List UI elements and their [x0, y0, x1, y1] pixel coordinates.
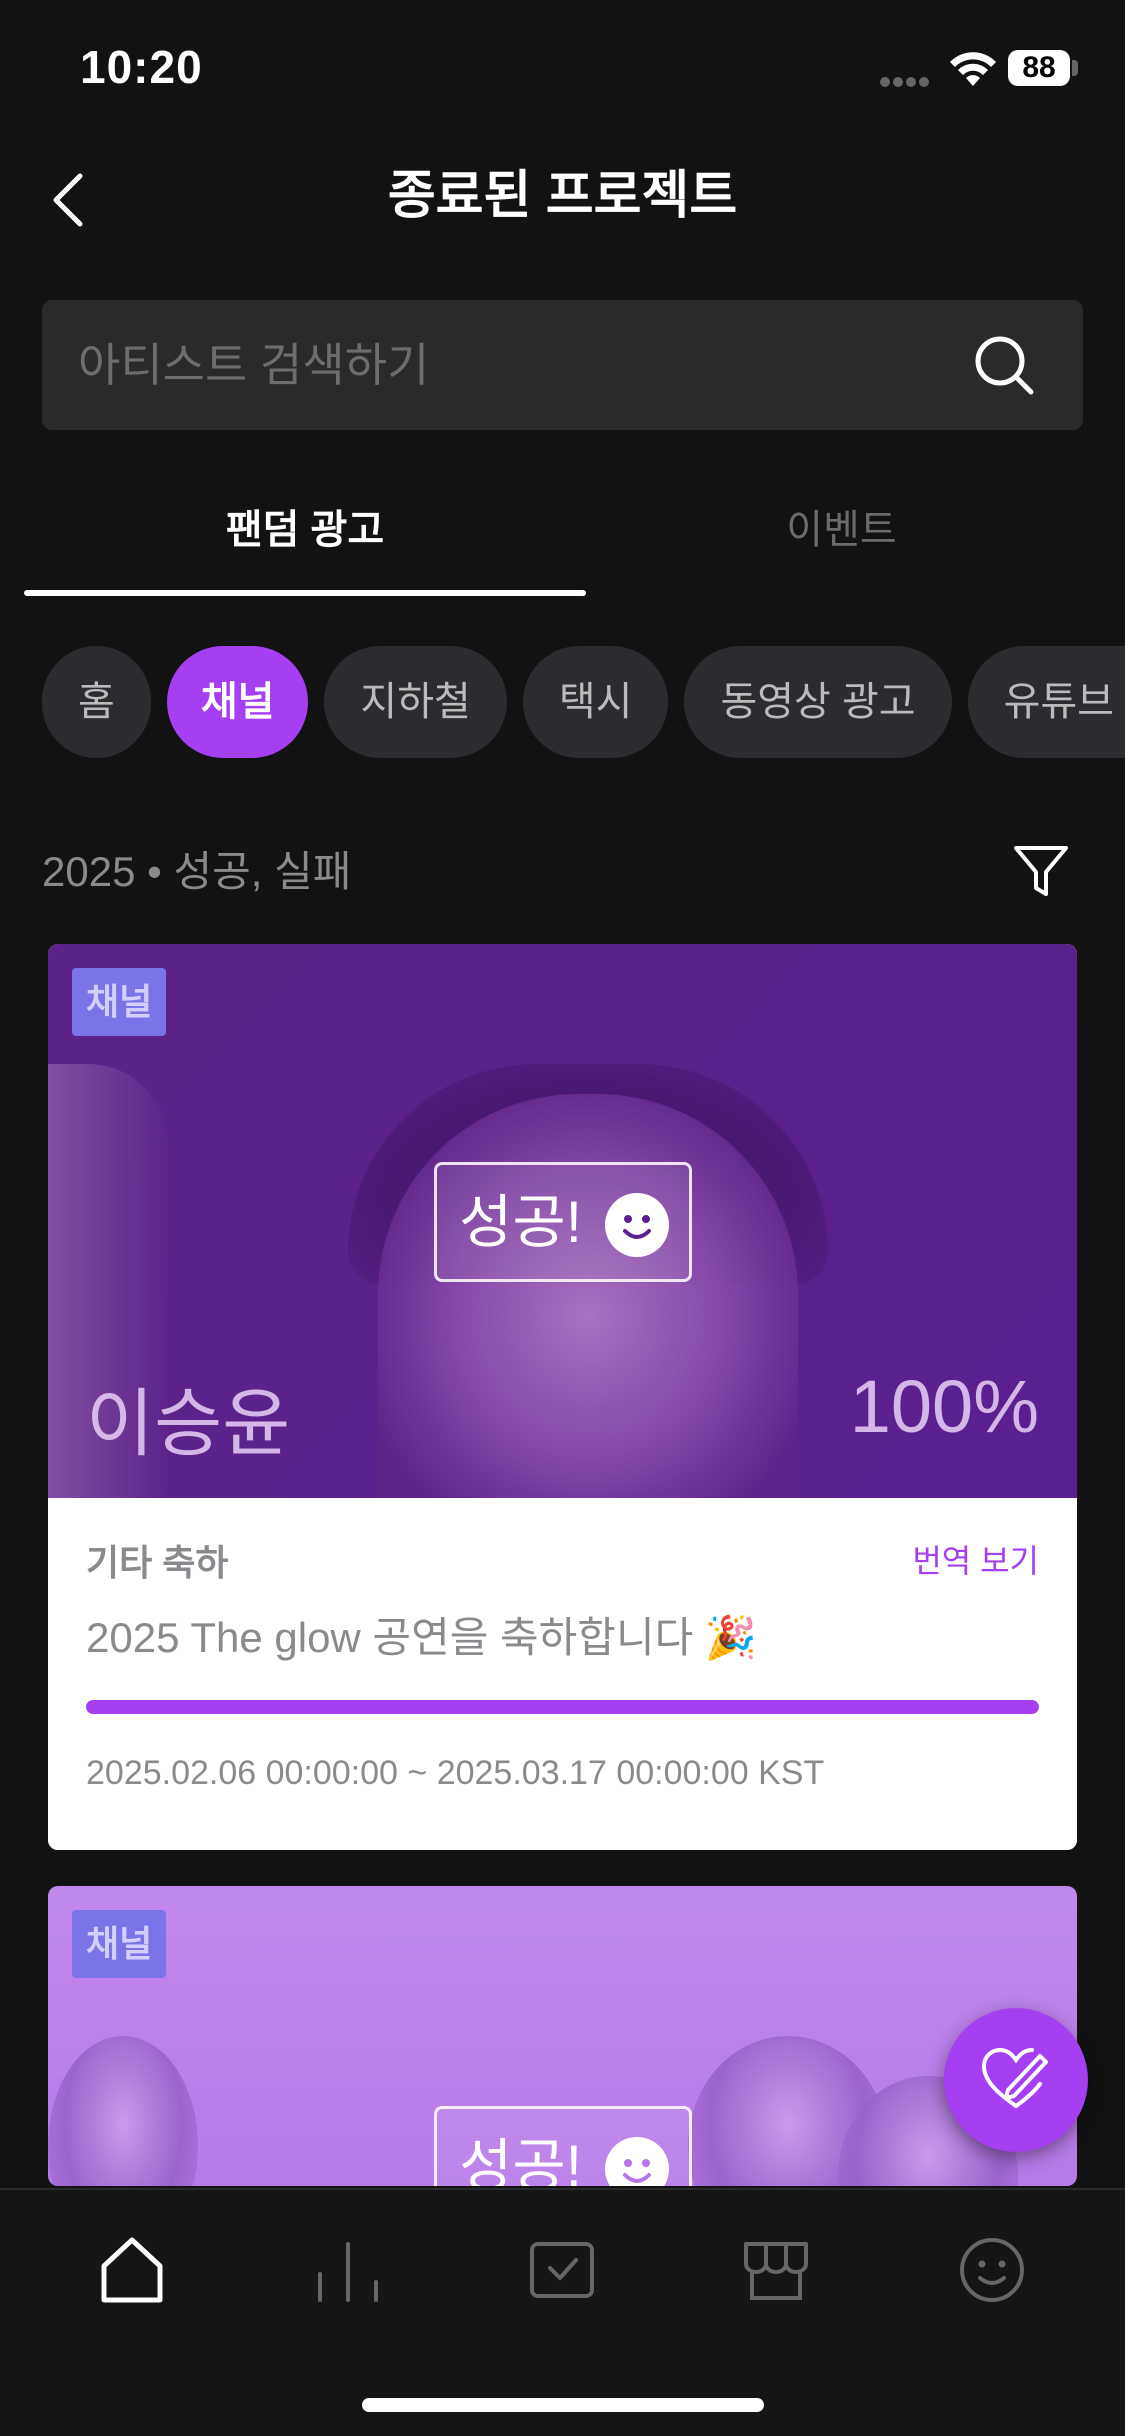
- tab-fandom-ads[interactable]: 팬덤 광고: [24, 488, 586, 592]
- page-title: 종료된 프로젝트: [387, 167, 738, 225]
- project-card[interactable]: 채널 성공! 이승윤 100% 기타 축하 번역 보기 2025 The glo…: [48, 944, 1077, 1850]
- chart-icon[interactable]: [308, 2230, 388, 2310]
- card-tag: 채널: [72, 968, 167, 1036]
- funding-percent: 100%: [849, 1365, 1039, 1448]
- card-banner: 채널 성공!: [48, 1886, 1077, 2186]
- artist-photo: [378, 1094, 798, 1498]
- success-label: 성공!: [459, 1190, 582, 1255]
- search-input[interactable]: [78, 300, 958, 430]
- artist-name: 이승윤: [86, 1382, 291, 1465]
- category-chips: 홈채널지하철택시동영상 광고유튜브 M: [42, 646, 1125, 758]
- status-bar: 10:20 88: [0, 0, 1125, 140]
- success-badge: 성공!: [434, 1162, 692, 1282]
- search-bar[interactable]: [42, 300, 1083, 430]
- battery-indicator: 88: [1008, 50, 1070, 86]
- chip-subway[interactable]: 지하철: [324, 646, 507, 758]
- store-icon[interactable]: [736, 2230, 816, 2310]
- smile-icon: [605, 1193, 669, 1257]
- wifi-icon: [950, 52, 996, 86]
- progress-bar: [86, 1700, 1039, 1714]
- tab-events[interactable]: 이벤트: [569, 488, 1114, 592]
- card-tag: 채널: [72, 1910, 167, 1978]
- card-dates: 2025.02.06 00:00:00 ~ 2025.03.17 00:00:0…: [86, 1754, 825, 1792]
- smile-icon[interactable]: [952, 2230, 1032, 2310]
- cellular-signal-icon: [880, 74, 934, 87]
- artist-photo: [48, 2036, 198, 2186]
- progress-fill: [86, 1700, 1039, 1714]
- create-support-button[interactable]: [944, 2008, 1088, 2152]
- filter-icon[interactable]: [1010, 840, 1072, 902]
- smile-icon: [605, 2137, 669, 2186]
- heart-pen-icon: [981, 2047, 1048, 2108]
- status-time: 10:20: [80, 41, 203, 93]
- search-icon[interactable]: [971, 332, 1037, 398]
- battery-cap: [1072, 60, 1078, 76]
- success-label: 성공!: [459, 2134, 582, 2186]
- chip-home[interactable]: 홈: [42, 646, 151, 758]
- chip-video-ad[interactable]: 동영상 광고: [684, 646, 952, 758]
- success-badge: 성공!: [434, 2106, 692, 2186]
- card-info: 기타 축하 번역 보기 2025 The glow 공연을 축하합니다 🎉 20…: [48, 1498, 1077, 1850]
- chip-channel[interactable]: 채널: [166, 646, 309, 758]
- card-message: 2025 The glow 공연을 축하합니다 🎉: [86, 1614, 758, 1661]
- card-category: 기타 축하: [86, 1542, 229, 1583]
- tab-active-indicator: [24, 590, 586, 596]
- translate-link[interactable]: 번역 보기: [912, 1536, 1039, 1582]
- filter-summary: 2025 • 성공, 실패: [42, 848, 352, 895]
- card-banner: 채널 성공! 이승윤 100%: [48, 944, 1077, 1498]
- chip-taxi[interactable]: 택시: [522, 646, 669, 758]
- home-indicator: [362, 2398, 764, 2412]
- tab-bar: 팬덤 광고 이벤트: [24, 488, 1101, 598]
- check-box-icon[interactable]: [522, 2230, 602, 2310]
- project-card[interactable]: 채널 성공!: [48, 1886, 1077, 2186]
- home-icon[interactable]: [92, 2230, 172, 2310]
- chip-youtube[interactable]: 유튜브 M: [967, 646, 1125, 758]
